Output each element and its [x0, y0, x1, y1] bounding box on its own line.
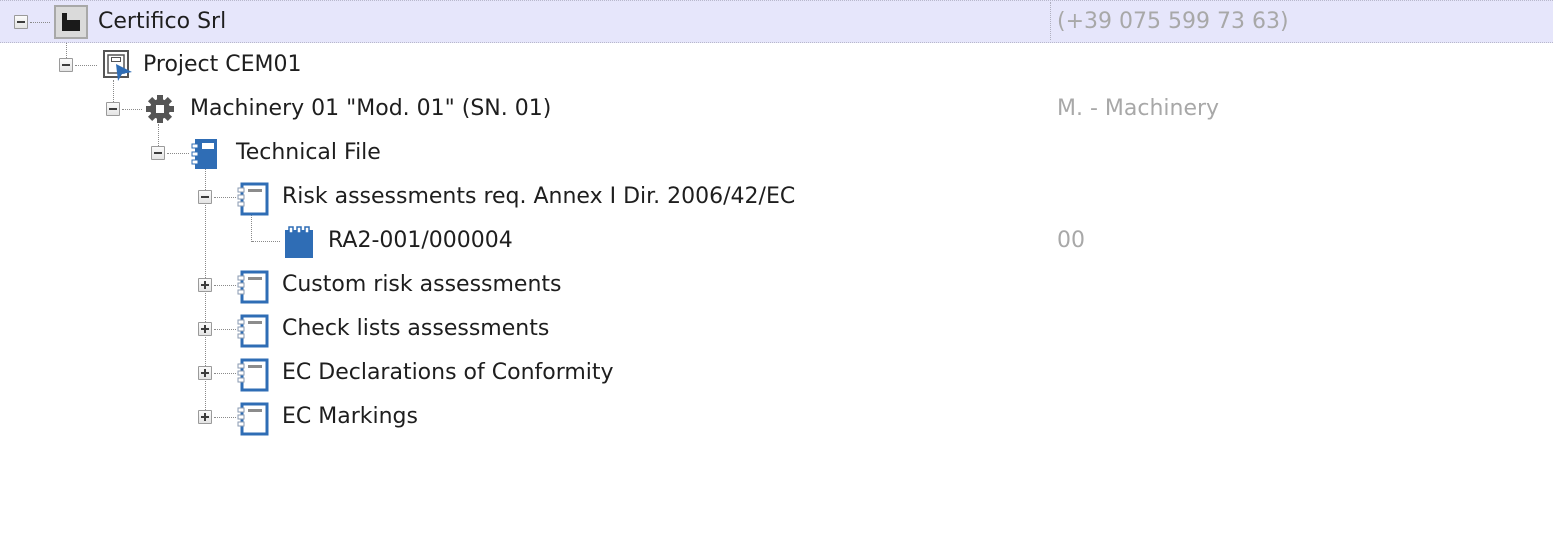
notepad-icon: [283, 226, 313, 258]
collapse-toggle[interactable]: [151, 146, 165, 160]
tree-connector: [75, 65, 97, 66]
collapse-toggle[interactable]: [106, 102, 120, 116]
tree-node-project[interactable]: Project CEM01: [0, 44, 1553, 87]
node-label: EC Declarations of Conformity: [282, 360, 614, 385]
column-divider: [1050, 2, 1051, 40]
node-label: Check lists assessments: [282, 316, 550, 341]
node-label: EC Markings: [282, 404, 418, 429]
notebook-outline-icon: [236, 402, 269, 436]
notebook-outline-icon: [236, 270, 269, 304]
tree-node-ec-declarations[interactable]: EC Declarations of Conformity: [0, 352, 1553, 395]
tree-connector: [30, 22, 50, 23]
project-icon: [102, 50, 132, 81]
expand-toggle[interactable]: [198, 278, 212, 292]
tree-connector: [214, 285, 236, 286]
node-label: Custom risk assessments: [282, 272, 562, 297]
expand-toggle[interactable]: [198, 366, 212, 380]
collapse-toggle[interactable]: [198, 190, 212, 204]
node-detail-category: M. - Machinery: [1057, 96, 1220, 121]
tree-node-company[interactable]: Certifico Srl (+39 075 599 73 63): [0, 0, 1553, 43]
tree-node-ec-markings[interactable]: EC Markings: [0, 396, 1553, 439]
node-label: Machinery 01 "Mod. 01" (SN. 01): [190, 96, 552, 121]
tree-connector: [122, 109, 142, 110]
tree-node-machinery[interactable]: Machinery 01 "Mod. 01" (SN. 01) M. - Mac…: [0, 88, 1553, 131]
notebook-outline-icon: [236, 314, 269, 348]
node-label: Technical File: [236, 140, 381, 165]
collapse-toggle[interactable]: [59, 58, 73, 72]
node-detail-revision: 00: [1057, 228, 1085, 253]
notebook-outline-icon: [236, 182, 269, 216]
tree-node-custom-risk-assessments[interactable]: Custom risk assessments: [0, 264, 1553, 307]
tree-node-document[interactable]: RA2-001/000004 00: [0, 220, 1553, 263]
tree-connector: [214, 329, 236, 330]
node-label: Project CEM01: [143, 52, 302, 77]
expand-toggle[interactable]: [198, 322, 212, 336]
node-detail-phone: (+39 075 599 73 63): [1057, 9, 1289, 34]
tree-connector: [214, 373, 236, 374]
tree-connector: [214, 197, 236, 198]
tree-connector: [214, 417, 236, 418]
tree-node-risk-assessments[interactable]: Risk assessments req. Annex I Dir. 2006/…: [0, 176, 1553, 219]
tree-node-check-lists[interactable]: Check lists assessments: [0, 308, 1553, 351]
tree-node-technical-file[interactable]: Technical File: [0, 132, 1553, 175]
notebook-outline-icon: [236, 358, 269, 392]
node-label: Risk assessments req. Annex I Dir. 2006/…: [282, 184, 796, 209]
node-label: RA2-001/000004: [328, 228, 513, 253]
expand-toggle[interactable]: [198, 410, 212, 424]
node-label: Certifico Srl: [98, 9, 227, 34]
tree-connector: [167, 153, 189, 154]
tree-connector: [252, 241, 280, 242]
notebook-filled-icon: [190, 138, 220, 169]
collapse-toggle[interactable]: [14, 15, 28, 29]
gear-icon: [145, 94, 175, 124]
factory-icon: [56, 7, 86, 37]
